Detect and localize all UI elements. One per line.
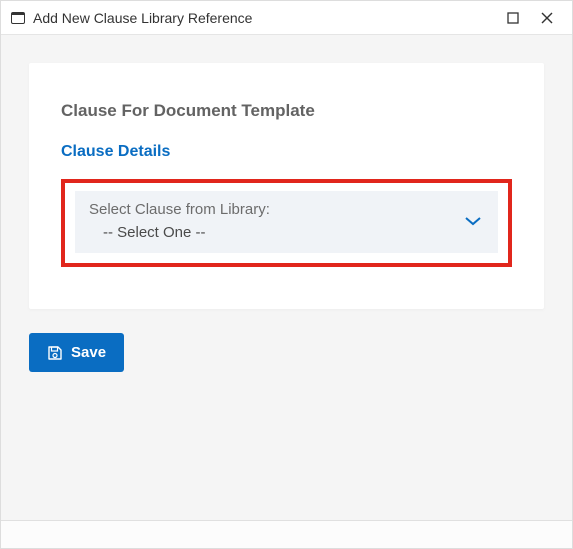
- content-area: Clause For Document Template Clause Deta…: [1, 35, 572, 520]
- close-button[interactable]: [530, 3, 564, 33]
- maximize-button[interactable]: [496, 3, 530, 33]
- window-controls: [496, 3, 564, 33]
- maximize-icon: [507, 12, 519, 24]
- select-label: Select Clause from Library:: [89, 201, 484, 218]
- highlight-box: Select Clause from Library: -- Select On…: [61, 179, 512, 267]
- close-icon: [541, 12, 553, 24]
- clause-select[interactable]: Select Clause from Library: -- Select On…: [75, 191, 498, 253]
- section-title: Clause Details: [61, 143, 512, 161]
- save-icon: [47, 345, 63, 361]
- form-card: Clause For Document Template Clause Deta…: [29, 63, 544, 309]
- dialog-window: Add New Clause Library Reference Clause …: [0, 0, 573, 549]
- window-icon: [11, 12, 25, 24]
- status-bar: [1, 520, 572, 548]
- chevron-down-icon: [464, 214, 482, 230]
- card-heading: Clause For Document Template: [61, 101, 512, 121]
- save-button-label: Save: [71, 344, 106, 361]
- save-button[interactable]: Save: [29, 333, 124, 372]
- titlebar: Add New Clause Library Reference: [1, 1, 572, 35]
- select-value: -- Select One --: [89, 224, 484, 241]
- window-title: Add New Clause Library Reference: [33, 10, 496, 26]
